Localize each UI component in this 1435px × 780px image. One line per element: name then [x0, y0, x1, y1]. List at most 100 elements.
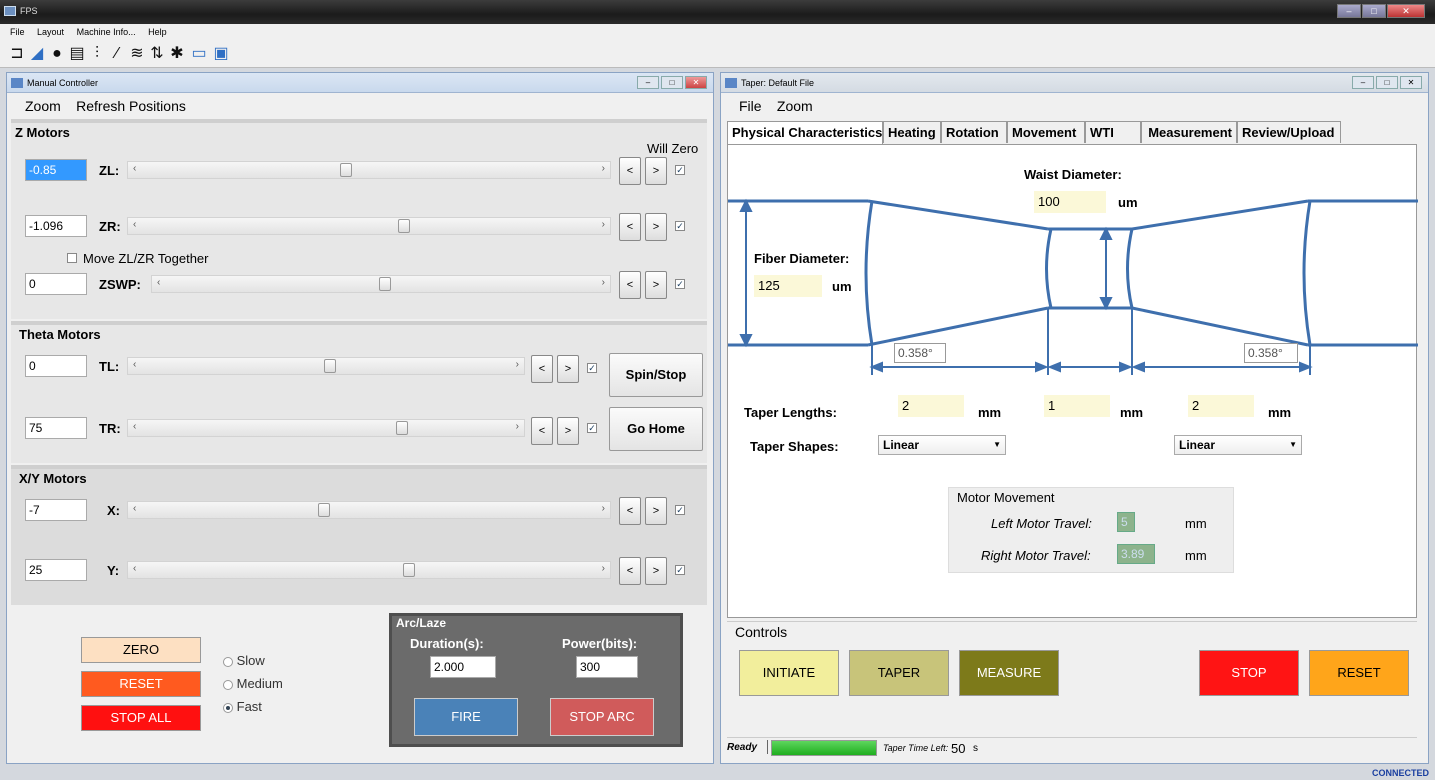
- x-slider-thumb[interactable]: [317, 503, 330, 517]
- speed-slow-radio[interactable]: [223, 656, 233, 667]
- record-icon[interactable]: ●: [48, 45, 66, 63]
- maximize-icon[interactable]: □: [661, 76, 683, 89]
- tl-slider-thumb[interactable]: [324, 359, 336, 373]
- menu-refresh-positions[interactable]: Refresh Positions: [76, 98, 186, 114]
- fiber-icon[interactable]: ◢: [28, 45, 46, 63]
- taper-menu-zoom[interactable]: Zoom: [777, 98, 813, 114]
- zero-button[interactable]: ZERO: [81, 637, 201, 663]
- tl-will-zero-checkbox[interactable]: ✓: [587, 363, 597, 373]
- right-taper-length-input[interactable]: 2: [1188, 395, 1254, 417]
- zl-position-input[interactable]: -0.85: [25, 159, 87, 181]
- spin-stop-button[interactable]: Spin/Stop: [609, 353, 703, 397]
- x-slider[interactable]: ‹ ›: [127, 501, 611, 519]
- duration-input[interactable]: 2.000: [430, 656, 496, 678]
- zl-increment-button[interactable]: >: [645, 157, 667, 185]
- fire-button[interactable]: FIRE: [414, 698, 518, 736]
- minimize-icon[interactable]: –: [637, 76, 659, 89]
- right-taper-shape-select[interactable]: Linear ▼: [1174, 435, 1302, 455]
- move-together-checkbox[interactable]: [67, 253, 77, 263]
- scroll-left-icon[interactable]: ‹: [133, 503, 136, 514]
- stop-arc-button[interactable]: STOP ARC: [550, 698, 654, 736]
- tr-slider[interactable]: ‹ ›: [127, 419, 525, 437]
- scroll-right-icon[interactable]: ›: [516, 421, 519, 432]
- zr-slider[interactable]: ‹ ›: [127, 217, 611, 235]
- scroll-left-icon[interactable]: ‹: [157, 277, 160, 288]
- minimize-icon[interactable]: –: [1352, 76, 1374, 89]
- x-will-zero-checkbox[interactable]: ✓: [675, 505, 685, 515]
- zl-slider-thumb[interactable]: [340, 163, 353, 177]
- speed-medium-option[interactable]: Medium: [223, 676, 283, 691]
- waist-length-input[interactable]: 1: [1044, 395, 1110, 417]
- tl-slider[interactable]: ‹ ›: [127, 357, 525, 375]
- menu-machine-info[interactable]: Machine Info...: [77, 27, 136, 37]
- waist-diameter-input[interactable]: 100: [1034, 191, 1106, 213]
- zr-increment-button[interactable]: >: [645, 213, 667, 241]
- scroll-left-icon[interactable]: ‹: [133, 563, 136, 574]
- y-will-zero-checkbox[interactable]: ✓: [675, 565, 685, 575]
- tab-review-upload[interactable]: Review/Upload: [1237, 121, 1341, 143]
- tl-decrement-button[interactable]: <: [531, 355, 553, 383]
- scroll-right-icon[interactable]: ›: [602, 163, 605, 174]
- tab-wti[interactable]: WTI: [1085, 121, 1141, 143]
- close-icon[interactable]: ✕: [1387, 4, 1425, 18]
- probe-icon[interactable]: ⁄: [108, 45, 126, 63]
- zswp-slider[interactable]: ‹ ›: [151, 275, 611, 293]
- reset-button[interactable]: RESET: [81, 671, 201, 697]
- taper-reset-button[interactable]: RESET: [1309, 650, 1409, 696]
- scroll-left-icon[interactable]: ‹: [133, 219, 136, 230]
- speed-slow-option[interactable]: Slow: [223, 653, 265, 668]
- left-taper-shape-select[interactable]: Linear ▼: [878, 435, 1006, 455]
- tab-movement[interactable]: Movement: [1007, 121, 1085, 143]
- tab-rotation[interactable]: Rotation: [941, 121, 1007, 143]
- stop-button[interactable]: STOP: [1199, 650, 1299, 696]
- y-increment-button[interactable]: >: [645, 557, 667, 585]
- zswp-increment-button[interactable]: >: [645, 271, 667, 299]
- fiber-diameter-input[interactable]: 125: [754, 275, 822, 297]
- speed-fast-radio[interactable]: [223, 702, 233, 713]
- window-icon[interactable]: ▭: [190, 45, 208, 63]
- speed-medium-radio[interactable]: [223, 679, 233, 690]
- tab-heating[interactable]: Heating: [883, 121, 941, 143]
- windows-icon[interactable]: ▣: [212, 45, 230, 63]
- zswp-will-zero-checkbox[interactable]: ✓: [675, 279, 685, 289]
- scroll-left-icon[interactable]: ‹: [133, 163, 136, 174]
- scroll-right-icon[interactable]: ›: [602, 503, 605, 514]
- zr-decrement-button[interactable]: <: [619, 213, 641, 241]
- y-position-input[interactable]: 25: [25, 559, 87, 581]
- measure-button[interactable]: MEASURE: [959, 650, 1059, 696]
- x-position-input[interactable]: -7: [25, 499, 87, 521]
- go-home-button[interactable]: Go Home: [609, 407, 703, 451]
- close-icon[interactable]: ✕: [1400, 76, 1422, 89]
- zr-position-input[interactable]: -1.096: [25, 215, 87, 237]
- stop-all-button[interactable]: STOP ALL: [81, 705, 201, 731]
- taper-menu-file[interactable]: File: [739, 98, 762, 114]
- tr-decrement-button[interactable]: <: [531, 417, 553, 445]
- tr-position-input[interactable]: 75: [25, 417, 87, 439]
- laser-icon[interactable]: ⊐: [8, 45, 26, 63]
- tl-position-input[interactable]: 0: [25, 355, 87, 377]
- sliders-icon[interactable]: ⫶: [88, 45, 106, 63]
- zl-slider[interactable]: ‹ ›: [127, 161, 611, 179]
- x-decrement-button[interactable]: <: [619, 497, 641, 525]
- tr-slider-thumb[interactable]: [396, 421, 408, 435]
- tr-will-zero-checkbox[interactable]: ✓: [587, 423, 597, 433]
- zswp-decrement-button[interactable]: <: [619, 271, 641, 299]
- tab-physical-characteristics[interactable]: Physical Characteristics: [727, 121, 883, 145]
- database-icon[interactable]: ≋: [128, 45, 146, 63]
- y-slider-thumb[interactable]: [402, 563, 415, 577]
- scroll-left-icon[interactable]: ‹: [133, 421, 136, 432]
- menu-zoom[interactable]: Zoom: [25, 98, 61, 114]
- tl-increment-button[interactable]: >: [557, 355, 579, 383]
- zr-slider-thumb[interactable]: [398, 219, 411, 233]
- y-decrement-button[interactable]: <: [619, 557, 641, 585]
- scroll-right-icon[interactable]: ›: [602, 563, 605, 574]
- close-icon[interactable]: ✕: [685, 76, 707, 89]
- menu-file[interactable]: File: [10, 27, 25, 37]
- x-increment-button[interactable]: >: [645, 497, 667, 525]
- initiate-button[interactable]: INITIATE: [739, 650, 839, 696]
- power-input[interactable]: 300: [576, 656, 638, 678]
- film-icon[interactable]: ▤: [68, 45, 86, 63]
- scroll-right-icon[interactable]: ›: [602, 219, 605, 230]
- taper-button[interactable]: TAPER: [849, 650, 949, 696]
- scroll-right-icon[interactable]: ›: [602, 277, 605, 288]
